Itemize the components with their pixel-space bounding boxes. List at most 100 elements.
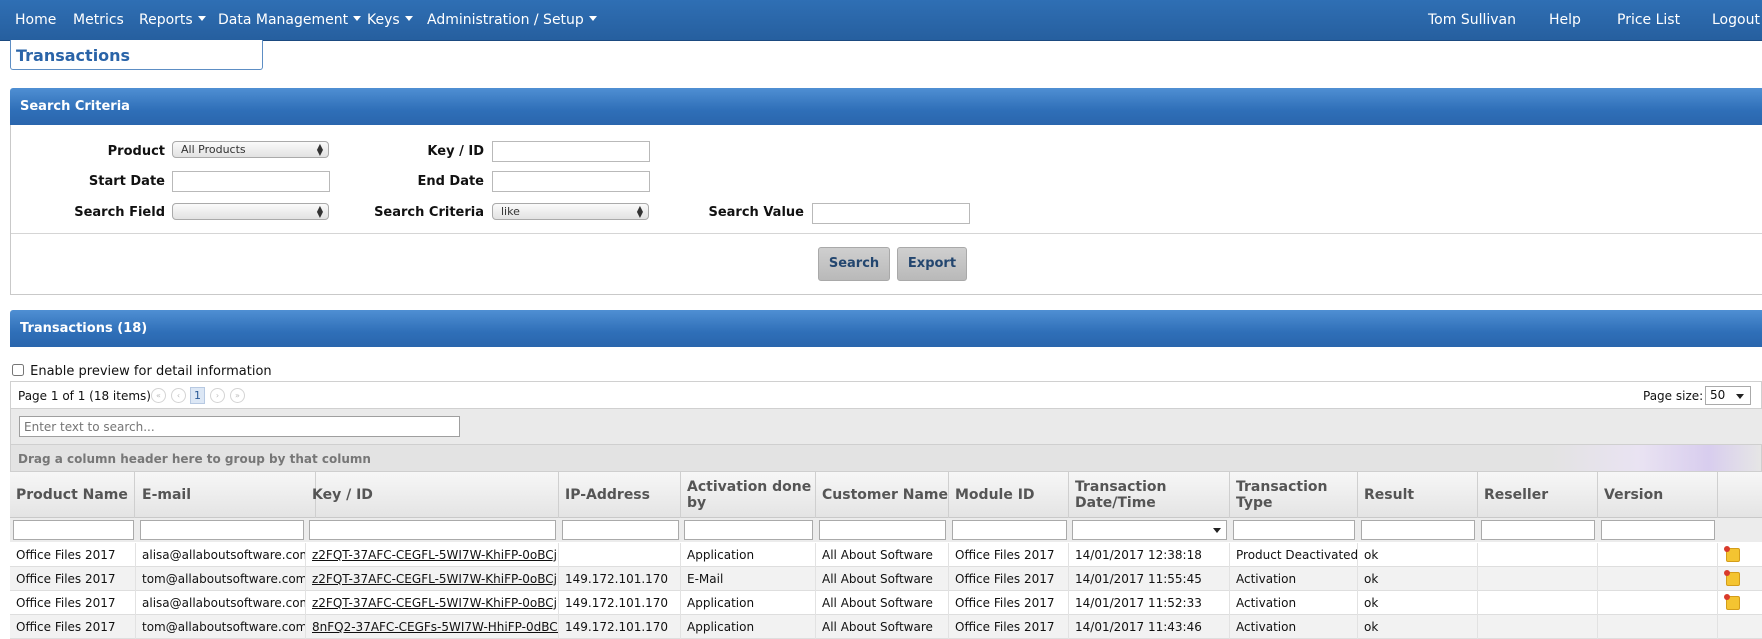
search-criteria-label: Search Criteria	[374, 205, 484, 220]
note-icon[interactable]	[1724, 546, 1740, 562]
cell-key-id-link[interactable]: z2FQT-37AFC-CEGFL-5WI7W-KhiFP-0oBCj	[306, 591, 559, 615]
search-criteria-select-value: like	[501, 205, 520, 218]
cell-product-name: Office Files 2017	[10, 615, 136, 639]
cell-result: ok	[1358, 567, 1478, 591]
note-icon[interactable]	[1724, 570, 1740, 586]
search-value-label: Search Value	[708, 205, 804, 220]
end-date-label: End Date	[417, 174, 484, 189]
cell-result: ok	[1358, 543, 1478, 567]
filter-product-name[interactable]	[13, 520, 134, 540]
cell-reseller	[1478, 615, 1598, 639]
nav-administration-setup[interactable]: Administration / Setup	[427, 12, 597, 28]
cell-key-id-link[interactable]: 8nFQ2-37AFC-CEGFs-5WI7W-HhiFP-0dBCM	[306, 615, 559, 639]
column-header-product-name[interactable]: Product Name	[10, 472, 135, 518]
filter-activation-done-by[interactable]	[684, 520, 813, 540]
column-header-ip-address[interactable]: IP-Address	[559, 472, 681, 518]
nav-price-list[interactable]: Price List	[1617, 12, 1680, 28]
column-header-version[interactable]: Version	[1598, 472, 1718, 518]
nav-reports-label: Reports	[139, 12, 193, 28]
group-by-panel[interactable]: Drag a column header here to group by th…	[10, 444, 1762, 472]
nav-help[interactable]: Help	[1549, 12, 1581, 28]
table-row[interactable]: Office Files 2017 tom@allaboutsoftware.c…	[10, 567, 1762, 591]
grid-search-input[interactable]	[19, 416, 460, 437]
cell-version	[1598, 615, 1718, 639]
column-header-customer-name[interactable]: Customer Name	[816, 472, 949, 518]
nav-logout[interactable]: Logout	[1712, 12, 1760, 28]
column-header-email[interactable]: E-mail	[136, 472, 316, 518]
preview-checkbox-label: Enable preview for detail information	[30, 364, 272, 379]
table-row[interactable]: Office Files 2017 tom@allaboutsoftware.c…	[10, 615, 1762, 639]
filter-email[interactable]	[140, 520, 304, 540]
cell-module-id: Office Files 2017	[949, 591, 1069, 615]
nav-home[interactable]: Home	[15, 12, 56, 28]
column-header-result[interactable]: Result	[1358, 472, 1478, 518]
search-field-select[interactable]: ▲ ▼	[172, 203, 329, 220]
filter-version[interactable]	[1601, 520, 1715, 540]
cell-transaction-type: Activation	[1230, 591, 1358, 615]
current-page-button[interactable]: 1	[190, 387, 205, 404]
search-value-input[interactable]	[812, 203, 970, 224]
product-select[interactable]: All Products ▲ ▼	[172, 141, 329, 158]
cell-ip-address: 149.172.101.170	[559, 567, 681, 591]
column-header-transaction-type[interactable]: Transaction Type	[1230, 472, 1358, 518]
note-icon[interactable]	[1724, 594, 1740, 610]
grid-search-strip	[10, 409, 1762, 444]
cell-reseller	[1478, 543, 1598, 567]
nav-data-management[interactable]: Data Management	[218, 12, 362, 28]
nav-metrics[interactable]: Metrics	[73, 12, 124, 28]
filter-transaction-type[interactable]	[1233, 520, 1355, 540]
search-criteria-header: Search Criteria	[10, 88, 1762, 125]
product-label: Product	[107, 144, 165, 159]
nav-keys-label: Keys	[367, 12, 400, 28]
nav-admin-label: Administration / Setup	[427, 12, 584, 28]
preview-toggle[interactable]: Enable preview for detail information	[12, 364, 272, 379]
filter-reseller[interactable]	[1481, 520, 1595, 540]
search-criteria-select[interactable]: like ▲ ▼	[492, 203, 649, 220]
column-header-module-id[interactable]: Module ID	[949, 472, 1069, 518]
cell-activation-done-by: Application	[681, 591, 816, 615]
last-page-icon[interactable]: »	[230, 388, 245, 403]
cell-ip-address: 149.172.101.170	[559, 591, 681, 615]
nav-reports[interactable]: Reports	[139, 12, 206, 28]
next-page-icon[interactable]: ›	[210, 388, 225, 403]
table-row[interactable]: Office Files 2017 alisa@allaboutsoftware…	[10, 591, 1762, 615]
cell-version	[1598, 543, 1718, 567]
filter-result[interactable]	[1361, 520, 1475, 540]
cell-activation-done-by: Application	[681, 543, 816, 567]
preview-checkbox[interactable]	[12, 364, 24, 376]
filter-key-id[interactable]	[309, 520, 556, 540]
filter-customer-name[interactable]	[819, 520, 946, 540]
key-id-input[interactable]	[492, 141, 650, 162]
table-row[interactable]: Office Files 2017 alisa@allaboutsoftware…	[10, 543, 1762, 567]
column-header-transaction-datetime[interactable]: Transaction Date/Time	[1069, 472, 1230, 518]
cell-key-id-link[interactable]: z2FQT-37AFC-CEGFL-5WI7W-KhiFP-0oBCj	[306, 543, 559, 567]
cell-module-id: Office Files 2017	[949, 543, 1069, 567]
cell-transaction-datetime: 14/01/2017 11:43:46	[1069, 615, 1230, 639]
start-date-input[interactable]	[172, 171, 330, 192]
nav-keys[interactable]: Keys	[367, 12, 413, 28]
filter-ip-address[interactable]	[562, 520, 679, 540]
first-page-icon[interactable]: «	[151, 388, 166, 403]
cell-result: ok	[1358, 591, 1478, 615]
export-button[interactable]: Export	[897, 247, 967, 281]
search-button[interactable]: Search	[818, 247, 890, 281]
cell-transaction-datetime: 14/01/2017 11:55:45	[1069, 567, 1230, 591]
filter-module-id[interactable]	[952, 520, 1067, 540]
page-size-select[interactable]: 50	[1705, 386, 1751, 405]
column-header-activation-done-by[interactable]: Activation done by	[681, 472, 816, 518]
dropdown-arrow-icon	[1213, 528, 1221, 533]
pager-bar: Page 1 of 1 (18 items) « ‹ 1 › » Page si…	[10, 381, 1762, 409]
start-date-label: Start Date	[88, 174, 165, 189]
product-select-value: All Products	[181, 143, 246, 156]
end-date-input[interactable]	[492, 171, 650, 192]
page-title: Transactions	[10, 40, 263, 70]
cell-email: tom@allaboutsoftware.com	[136, 567, 306, 591]
filter-transaction-datetime[interactable]	[1072, 520, 1227, 540]
cell-key-id-link[interactable]: z2FQT-37AFC-CEGFL-5WI7W-KhiFP-0oBCj	[306, 567, 559, 591]
prev-page-icon[interactable]: ‹	[171, 388, 186, 403]
column-header-reseller[interactable]: Reseller	[1478, 472, 1598, 518]
column-header-key-id[interactable]: Key / ID	[306, 472, 559, 518]
cell-transaction-type: Activation	[1230, 615, 1358, 639]
nav-user-name[interactable]: Tom Sullivan	[1428, 12, 1516, 28]
cell-customer-name: All About Software	[816, 567, 949, 591]
